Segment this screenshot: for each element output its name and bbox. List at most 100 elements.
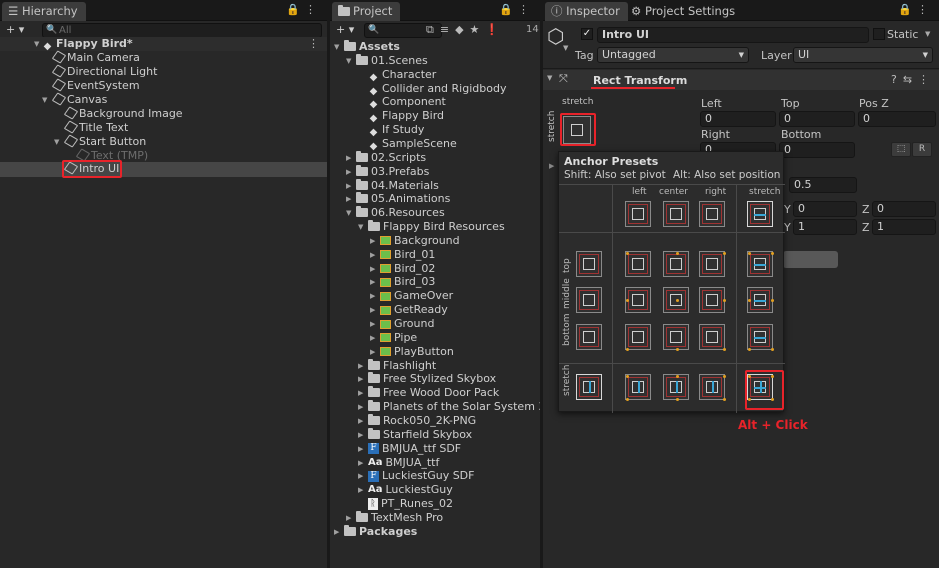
project-item[interactable]: ◆ SampleScene <box>358 137 457 152</box>
preset-middle-center[interactable] <box>663 287 689 313</box>
layer-dropdown[interactable]: UI ▼ <box>793 47 933 63</box>
tag-dropdown[interactable]: Untagged ▼ <box>597 47 749 63</box>
project-item[interactable]: ▼ 06.Resources <box>346 206 445 220</box>
project-filter-icons[interactable]: ⧉≡◆★❗ <box>426 23 505 37</box>
expand-arrow[interactable]: ▼ <box>346 54 351 68</box>
project-item[interactable]: ▶ Free Wood Door Pack <box>358 386 499 400</box>
project-item[interactable]: ▶ Aa BMJUA_ttf <box>358 456 439 470</box>
project-item[interactable]: ▶ 04.Materials <box>346 178 439 193</box>
preset-top-side[interactable] <box>576 251 602 277</box>
project-item[interactable]: ◆ Collider and Rigidbody <box>358 82 507 97</box>
collapse-arrow[interactable]: ▶ <box>358 483 363 497</box>
blueprint-mode-button[interactable]: ⬚ <box>891 142 911 157</box>
project-item[interactable]: ▶ PlayButton <box>370 345 454 359</box>
collapse-arrow[interactable]: ▶ <box>370 275 375 289</box>
hierarchy-item[interactable]: ▼ Start Button <box>54 134 146 149</box>
collapse-arrow[interactable]: ▶ <box>358 442 363 456</box>
project-item[interactable]: ▶ Aa LuckiestGuy <box>358 483 453 497</box>
project-item[interactable]: ▶ Pipe <box>370 331 417 345</box>
project-item[interactable]: ▶ Bird_01 <box>370 248 435 262</box>
static-dropdown-arrow[interactable]: ▼ <box>925 30 930 38</box>
project-item[interactable]: ▼ Flappy Bird Resources <box>358 220 505 234</box>
collapse-arrow[interactable]: ▶ <box>370 345 375 359</box>
project-item[interactable]: ▶ Bird_02 <box>370 262 435 276</box>
pivot-y-field[interactable]: 0.5 <box>789 177 857 193</box>
collapse-arrow[interactable]: ▶ <box>370 289 375 303</box>
left-field[interactable]: 0 <box>700 111 776 127</box>
expand-arrow[interactable]: ▼ <box>346 206 351 220</box>
collapse-arrow[interactable]: ▶ <box>370 262 375 276</box>
scene-row[interactable]: ▼ ◆ Flappy Bird* ⋮ <box>0 37 327 52</box>
project-item[interactable]: ▶ Background <box>370 234 460 248</box>
project-item[interactable]: ▶ GetReady <box>370 303 448 317</box>
project-item[interactable]: ▶ 03.Prefabs <box>346 164 429 179</box>
hierarchy-add-button[interactable]: + ▾ <box>6 23 24 37</box>
rotation-z-field[interactable]: 0 <box>872 201 936 217</box>
add-component-button[interactable] <box>783 251 838 268</box>
collapse-arrow[interactable]: ▶ <box>346 179 351 193</box>
collapse-arrow[interactable]: ▶ <box>358 372 363 386</box>
scale-z-field[interactable]: 1 <box>872 219 936 235</box>
collapse-arrow[interactable]: ▶ <box>334 525 339 539</box>
project-item[interactable]: ◆ Character <box>358 68 437 83</box>
project-item[interactable]: ◆ Flappy Bird <box>358 109 444 124</box>
project-item[interactable]: ᚱ PT_Runes_02 <box>358 497 453 511</box>
preset-stretch-right[interactable] <box>699 374 726 401</box>
hierarchy-tab-icons[interactable]: 🔒⋮ <box>286 3 321 16</box>
dropdown-arrow[interactable]: ▼ <box>563 44 568 52</box>
component-menu-icons[interactable]: ?⇆⋮ <box>891 73 935 86</box>
preset-top-right[interactable] <box>699 251 726 277</box>
expand-arrow[interactable]: ▼ <box>334 40 339 54</box>
project-settings-tab[interactable]: ⚙ Project Settings <box>625 2 743 21</box>
collapse-arrow[interactable]: ▶ <box>346 165 351 179</box>
expand-arrow[interactable]: ▼ <box>358 220 363 234</box>
collapse-arrow[interactable]: ▶ <box>358 359 363 373</box>
collapse-arrow[interactable]: ▶ <box>358 386 363 400</box>
hierarchy-item[interactable]: Title Text <box>63 120 128 135</box>
preset-bottom-right[interactable] <box>699 324 726 351</box>
project-item[interactable]: ▶ GameOver <box>370 289 453 303</box>
object-name-field[interactable]: Intro UI <box>597 27 869 43</box>
project-tab[interactable]: Project <box>332 2 401 21</box>
hierarchy-search-input[interactable]: All <box>42 23 322 38</box>
project-item[interactable]: ▶ Free Stylized Skybox <box>358 372 496 386</box>
preset-top-left[interactable] <box>625 251 651 277</box>
collapse-arrow[interactable]: ▶ <box>358 400 363 414</box>
hierarchy-item[interactable]: EventSystem <box>51 78 140 93</box>
inspector-tab-icons[interactable]: 🔒⋮ <box>898 3 933 16</box>
collapse-arrow[interactable]: ▶ <box>358 414 363 428</box>
collapse-arrow[interactable]: ▶ <box>370 317 375 331</box>
project-item[interactable]: ▶ Packages <box>334 524 417 539</box>
preset-bottom-left[interactable] <box>625 324 651 351</box>
bottom-field[interactable]: 0 <box>779 142 855 158</box>
collapse-arrow[interactable]: ▶ <box>358 456 363 470</box>
hierarchy-item[interactable]: ▼ Canvas <box>42 92 107 107</box>
hierarchy-item-selected[interactable]: Intro UI <box>0 161 327 177</box>
project-item[interactable]: ▶ Rock050_2K-PNG <box>358 413 476 428</box>
preset-stretch-center[interactable] <box>663 201 689 227</box>
collapse-arrow[interactable]: ▶ <box>358 469 363 483</box>
preset-stretch-stretch-top[interactable] <box>747 201 773 227</box>
project-item[interactable]: ▶ TextMesh Pro <box>346 510 443 525</box>
collapse-arrow[interactable]: ▶ <box>358 428 363 442</box>
project-item[interactable]: ▶ F BMJUA_ttf SDF <box>358 442 461 456</box>
hierarchy-tab[interactable]: ☰ Hierarchy <box>2 2 86 21</box>
active-checkbox[interactable]: ✓ <box>581 28 593 40</box>
project-add-button[interactable]: + ▾ <box>336 23 354 37</box>
preset-middle-right[interactable] <box>699 287 726 313</box>
preset-bottom-center[interactable] <box>663 324 689 351</box>
static-checkbox[interactable] <box>873 28 885 40</box>
scale-y-field[interactable]: 1 <box>793 219 857 235</box>
collapse-arrow[interactable]: ▶ <box>346 511 351 525</box>
hierarchy-item[interactable]: Background Image <box>63 106 183 121</box>
collapse-arrow[interactable]: ▶ <box>370 248 375 262</box>
preset-middle-stretch[interactable] <box>747 287 774 313</box>
project-item[interactable]: ▶ 02.Scripts <box>346 150 426 165</box>
preset-top-center[interactable] <box>663 251 689 277</box>
project-item[interactable]: ◆ Component <box>358 95 446 110</box>
preset-bottom-stretch[interactable] <box>747 324 774 351</box>
project-item[interactable]: ▶ Ground <box>370 317 434 331</box>
project-item[interactable]: ▼ Assets <box>334 40 400 54</box>
collapse-arrow[interactable]: ▶ <box>346 192 351 206</box>
preset-stretch-center[interactable] <box>663 374 689 401</box>
